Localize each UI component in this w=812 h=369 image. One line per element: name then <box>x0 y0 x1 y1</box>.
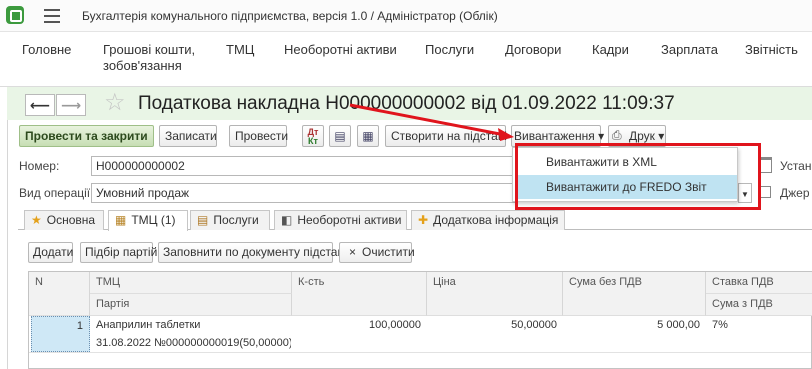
annotation-arrow-head <box>498 128 514 141</box>
annotation-arrow-line <box>349 103 506 137</box>
annotation-arrow <box>349 103 514 141</box>
